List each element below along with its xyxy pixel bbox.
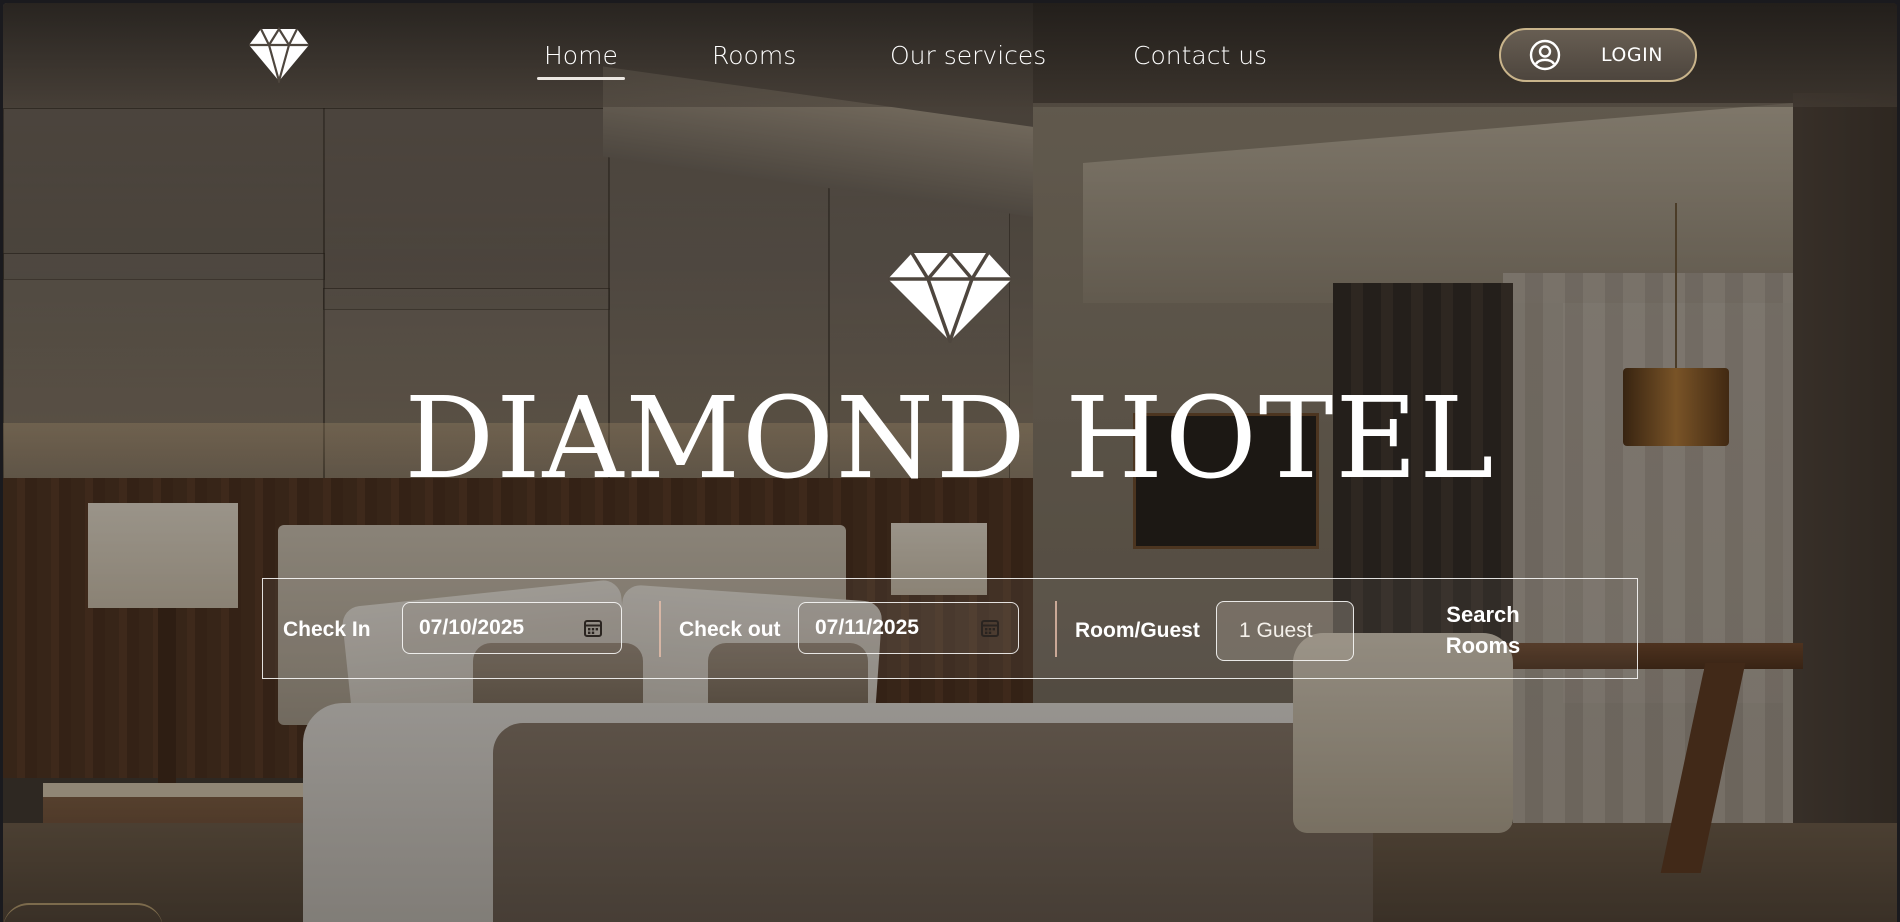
check-in-label: Check In (283, 618, 371, 641)
room-guest-select[interactable]: 1 Guest (1216, 601, 1354, 661)
check-in-value: 07/10/2025 (419, 616, 525, 639)
booking-form: Check In 07/10/2025 Check out 07/11/2025… (262, 578, 1638, 679)
login-button[interactable]: LOGIN (1499, 28, 1697, 82)
diamond-icon (888, 251, 1012, 343)
check-out-label: Check out (679, 618, 781, 641)
room-guest-value: 1 Guest (1239, 619, 1313, 642)
calendar-icon[interactable] (980, 618, 1000, 638)
site-header: Home Rooms Our services Contact us LOGIN (3, 3, 1897, 107)
nav-rooms[interactable]: Rooms (712, 41, 796, 70)
room-guest-label: Room/Guest (1075, 619, 1200, 642)
search-rooms-button[interactable]: Search Rooms (1423, 599, 1543, 661)
hero-title: DIAMOND HOTEL (404, 374, 1496, 504)
field-divider (659, 601, 661, 657)
field-divider (1055, 601, 1057, 657)
page-frame: Home Rooms Our services Contact us LOGIN… (3, 3, 1897, 922)
nav-home[interactable]: Home (537, 41, 625, 80)
check-out-value: 07/11/2025 (815, 616, 919, 639)
calendar-icon[interactable] (583, 618, 603, 638)
user-circle-icon (1529, 39, 1561, 71)
login-label: LOGIN (1601, 44, 1663, 66)
check-in-input[interactable]: 07/10/2025 (402, 602, 622, 654)
check-out-input[interactable]: 07/11/2025 (798, 602, 1019, 654)
nav-contact-us[interactable]: Contact us (1133, 41, 1267, 70)
nav-our-services[interactable]: Our services (890, 41, 1046, 70)
